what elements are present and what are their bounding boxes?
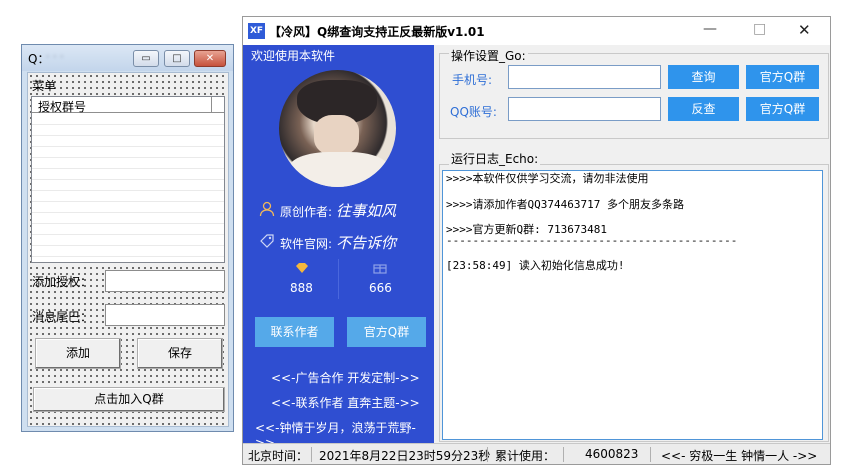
official-group-button-1[interactable]: 官方Q群: [746, 65, 819, 89]
auth-group-list[interactable]: 授权群号: [31, 96, 225, 263]
app-logo-icon: XF: [248, 23, 265, 39]
log-line: >>>>官方更新Q群: 713673481: [446, 223, 607, 236]
diamond-icon: [296, 263, 308, 273]
site-label: 软件官网:: [280, 237, 333, 251]
add-auth-label: 添加授权：: [32, 275, 93, 289]
main-window-title: 【冷风】Q绑查询支持正反最新版v1.01: [269, 25, 485, 39]
maximize-button[interactable]: □: [164, 50, 190, 67]
query-button[interactable]: 查询: [668, 65, 739, 89]
log-lines: [444, 171, 823, 172]
phone-input[interactable]: [508, 65, 661, 89]
site-name: 不告诉你: [336, 234, 397, 252]
user-icon: [259, 201, 275, 217]
avatar-shirt: [289, 152, 389, 187]
status-bar: 北京时间： 2021年8月22日23时59分23秒 累计使用： 4600823 …: [243, 443, 830, 464]
join-group-button[interactable]: 点击加入Q群: [33, 387, 225, 412]
reverse-query-button[interactable]: 反查: [668, 97, 739, 121]
usage-label: 累计使用：: [495, 449, 556, 463]
contact-author-label: 联系作者: [270, 325, 319, 339]
minimize-icon[interactable]: —: [703, 21, 717, 37]
list-header-filler: [212, 97, 224, 113]
log-line: >>>>请添加作者QQ374463717 多个朋友多条路: [446, 198, 684, 211]
status-divider: [487, 447, 488, 462]
reverse-query-button-label: 反查: [691, 102, 716, 116]
link-contact[interactable]: <<-联系作者 直奔主题->>: [271, 394, 420, 411]
time-value: 2021年8月22日23时59分23秒: [319, 449, 491, 463]
left-window: Q： · · · ▭ □ ✕ 菜单 授权群号 添加授权： 消息尾巴： 添加 保存…: [21, 44, 234, 432]
left-window-client: 菜单 授权群号 添加授权： 消息尾巴： 添加 保存 点击加入Q群: [27, 72, 229, 427]
add-button[interactable]: 添加: [35, 338, 121, 369]
qq-label: QQ账号:: [450, 105, 497, 119]
minimize-icon: ▭: [141, 53, 151, 64]
status-slogan: <<- 穷极一生 钟情一人 ->>: [661, 449, 818, 463]
left-window-title-blurred: · · ·: [46, 50, 64, 63]
avatar-face: [314, 115, 359, 155]
avatar: [279, 70, 396, 187]
tag-icon: [260, 234, 274, 248]
list-header[interactable]: 授权群号: [32, 97, 212, 114]
query-button-label: 查询: [691, 70, 716, 84]
log-line: [23:58:49] 读入初始化信息成功!: [446, 259, 625, 272]
save-button[interactable]: 保存: [137, 338, 223, 369]
close-button[interactable]: ✕: [194, 50, 226, 67]
welcome-text: 欢迎使用本软件: [251, 49, 336, 63]
close-icon[interactable]: ✕: [798, 21, 811, 39]
log-separator: ----------------------------------------…: [446, 235, 738, 247]
ops-group-title: 操作设置_Go:: [449, 47, 528, 64]
log-line: >>>>本软件仅供学习交流，请勿非法使用: [446, 172, 649, 185]
official-group-button-2[interactable]: 官方Q群: [746, 97, 819, 121]
left-window-titlebar[interactable]: Q： · · · ▭ □ ✕: [22, 45, 233, 71]
msg-tail-input[interactable]: [105, 304, 225, 326]
maximize-icon: □: [172, 53, 182, 64]
join-group-button-label: 点击加入Q群: [94, 392, 164, 406]
msg-tail-label: 消息尾巴：: [32, 310, 93, 324]
author-label: 原创作者:: [280, 205, 333, 219]
status-divider: [650, 447, 651, 462]
side-panel: 欢迎使用本软件 原创作者: 往事如风 软件官网: 不告诉你 888 666 联系…: [243, 45, 434, 450]
log-textarea[interactable]: >>>>本软件仅供学习交流，请勿非法使用 >>>>请添加作者QQ37446371…: [442, 170, 823, 440]
menu-label[interactable]: 菜单: [32, 77, 56, 94]
author-name: 往事如风: [336, 202, 397, 220]
close-icon: ✕: [205, 53, 215, 64]
list-rows: [32, 114, 224, 262]
official-group-button-2-label: 官方Q群: [759, 102, 806, 116]
official-group-label: 官方Q群: [363, 325, 410, 339]
stat-diamond-value: 888: [290, 281, 313, 295]
link-ads[interactable]: <<-广告合作 开发定制->>: [271, 369, 420, 386]
main-window: XF 【冷风】Q绑查询支持正反最新版v1.01 — □ ✕ 欢迎使用本软件 原创…: [242, 16, 831, 465]
qq-input[interactable]: [508, 97, 661, 121]
list-header-label: 授权群号: [38, 100, 87, 114]
official-group-button[interactable]: 官方Q群: [347, 317, 426, 347]
minimize-button[interactable]: ▭: [133, 50, 159, 67]
status-divider: [563, 447, 564, 462]
gift-icon: [373, 264, 387, 274]
add-auth-input[interactable]: [105, 270, 225, 292]
stat-divider: [338, 259, 339, 299]
contact-author-button[interactable]: 联系作者: [255, 317, 334, 347]
save-button-label: 保存: [167, 346, 192, 360]
log-line: [446, 249, 819, 259]
status-divider: [311, 447, 312, 462]
main-window-titlebar[interactable]: XF 【冷风】Q绑查询支持正反最新版v1.01 — □ ✕: [243, 17, 830, 45]
official-group-button-1-label: 官方Q群: [759, 70, 806, 84]
phone-label: 手机号:: [452, 73, 493, 87]
maximize-icon[interactable]: □: [753, 21, 766, 37]
log-group-title: 运行日志_Echo:: [449, 150, 541, 167]
usage-value: 4600823: [585, 447, 639, 461]
add-button-label: 添加: [65, 346, 90, 360]
stat-gift-value: 666: [369, 281, 392, 295]
time-label: 北京时间：: [248, 449, 309, 463]
